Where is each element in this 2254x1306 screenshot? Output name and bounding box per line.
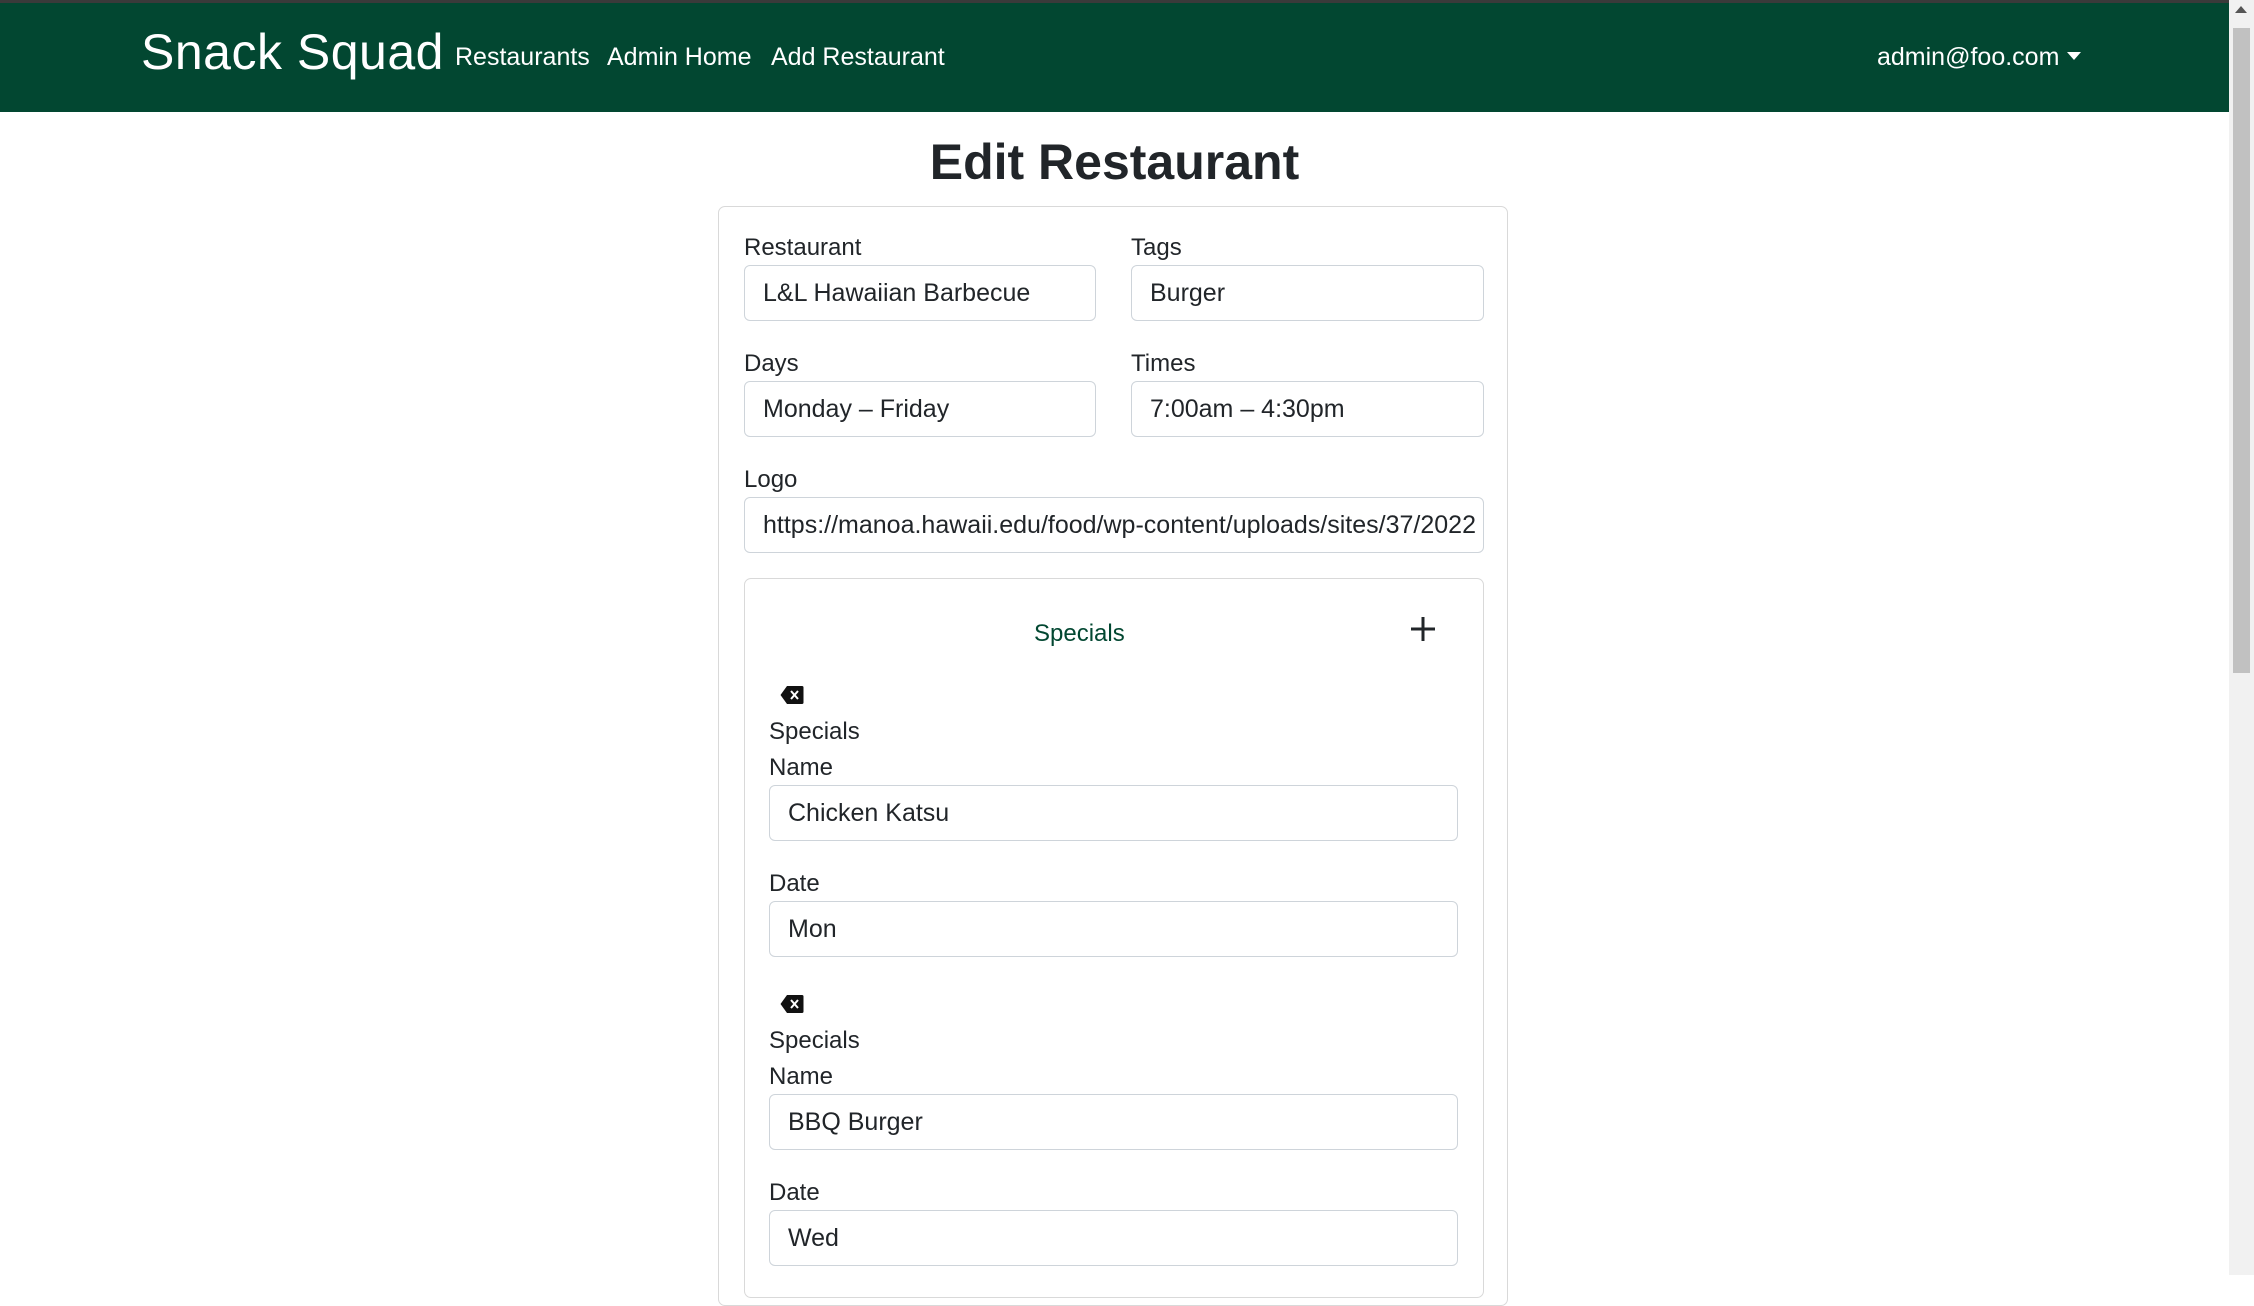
special-date-label: Date [769,870,820,897]
special-date-input[interactable]: Mon [769,901,1458,957]
page-title: Edit Restaurant [929,134,1300,190]
special-name-input[interactable]: BBQ Burger [769,1094,1458,1150]
navbar: Snack Squad Restaurants Admin Home Add R… [0,3,2229,112]
special-name-label: Name [769,754,834,781]
days-input[interactable]: Monday – Friday [744,381,1096,437]
nav-link-restaurants[interactable]: Restaurants [455,43,590,72]
brand-logo[interactable]: Snack Squad [141,23,444,81]
user-dropdown[interactable]: admin@foo.com [1877,43,2082,72]
special-name-label: Name [769,1063,834,1090]
tags-input[interactable]: Burger [1131,265,1484,321]
special-section-label: Specials [769,718,860,745]
special-section-label: Specials [769,1027,860,1054]
user-email: admin@foo.com [1877,43,2060,71]
days-label: Days [744,350,799,377]
tags-label: Tags [1131,234,1182,261]
restaurant-label: Restaurant [744,234,862,261]
nav-link-add-restaurant[interactable]: Add Restaurant [771,43,945,72]
logo-input[interactable]: https://manoa.hawaii.edu/food/wp-content… [744,497,1484,553]
times-input[interactable]: 7:00am – 4:30pm [1131,381,1484,437]
specials-title: Specials [1034,620,1125,647]
caret-down-icon [2067,52,2082,60]
special-name-input[interactable]: Chicken Katsu [769,785,1458,841]
backspace-icon[interactable] [780,994,804,1014]
backspace-icon[interactable] [780,685,804,705]
vertical-scrollbar[interactable] [2229,0,2254,1275]
restaurant-input[interactable]: L&L Hawaiian Barbecue [744,265,1096,321]
plus-icon[interactable] [1408,614,1438,644]
scrollbar-thumb[interactable] [2233,28,2250,673]
special-date-label: Date [769,1179,820,1206]
special-date-input[interactable]: Wed [769,1210,1458,1266]
times-label: Times [1131,350,1196,377]
nav-link-admin-home[interactable]: Admin Home [607,43,752,72]
logo-label: Logo [744,466,798,493]
scroll-up-arrow-icon[interactable] [2235,6,2247,13]
